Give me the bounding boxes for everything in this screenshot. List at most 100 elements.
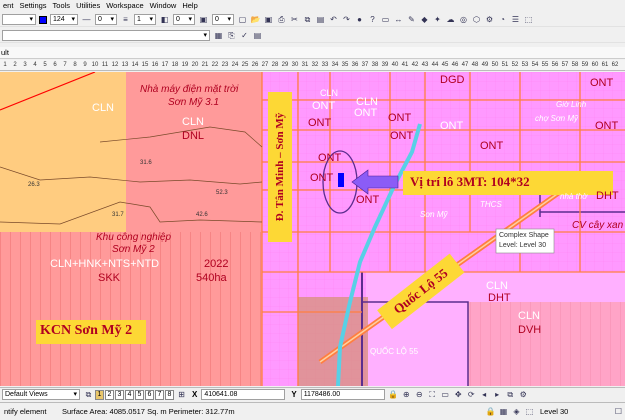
style-combo[interactable]: 0 ▾	[95, 14, 117, 25]
view-toolbar-icon[interactable]: 53	[520, 60, 530, 70]
default-views-combo[interactable]: Default Views ▾	[2, 389, 80, 400]
view-toolbar-icon[interactable]: 49	[480, 60, 490, 70]
view-toolbar-icon[interactable]: 13	[120, 60, 130, 70]
view-toolbar-icon[interactable]: 52	[510, 60, 520, 70]
view-toolbar-icon[interactable]: 41	[400, 60, 410, 70]
pan-icon[interactable]: ✥	[453, 389, 464, 400]
level-manager-icon[interactable]: ▦	[213, 30, 224, 41]
status-icon-1[interactable]: 🔒	[485, 406, 496, 417]
tool-icon-10[interactable]: ⬚	[523, 14, 534, 25]
active-level-combo[interactable]: ▾	[2, 14, 36, 25]
undo-icon[interactable]: ↶	[328, 14, 339, 25]
cut-icon[interactable]: ✂	[289, 14, 300, 25]
view-toolbar-icon[interactable]: 59	[580, 60, 590, 70]
view-toolbar-icon[interactable]: 29	[280, 60, 290, 70]
weight-combo[interactable]: 1 ▾	[134, 14, 156, 25]
view-toolbar-icon[interactable]: 24	[230, 60, 240, 70]
view-toolbar-icon[interactable]: 23	[220, 60, 230, 70]
save-icon[interactable]: ▣	[263, 14, 274, 25]
view-toolbar-icon[interactable]: 5	[40, 60, 50, 70]
view-toolbar-icon[interactable]: 12	[110, 60, 120, 70]
tool-icon-2[interactable]: ◆	[419, 14, 430, 25]
copy-icon[interactable]: ⧉	[302, 14, 313, 25]
view-toolbar-icon[interactable]: 11	[100, 60, 110, 70]
status-icon-3[interactable]: ◈	[511, 406, 522, 417]
x-coordinate-field[interactable]: 410641.08	[201, 389, 286, 400]
view-toolbar-icon[interactable]: 50	[490, 60, 500, 70]
view-toolbar-icon[interactable]: 4	[30, 60, 40, 70]
view-prev-icon[interactable]: ◂	[479, 389, 490, 400]
view-toolbar-icon[interactable]: 61	[600, 60, 610, 70]
redo-icon[interactable]: ↷	[341, 14, 352, 25]
view-toolbar-icon[interactable]: 2	[10, 60, 20, 70]
measure-icon[interactable]: ↔	[393, 14, 404, 25]
copy-view-icon[interactable]: ⧉	[505, 389, 516, 400]
priority-combo[interactable]: 0 ▾	[212, 14, 234, 25]
view-toolbar-icon[interactable]: 18	[170, 60, 180, 70]
view-toolbar-icon[interactable]: 36	[350, 60, 360, 70]
view-toolbar-icon[interactable]: 10	[90, 60, 100, 70]
views-icon[interactable]: ⧉	[83, 389, 94, 400]
view-toolbar-icon[interactable]: 60	[590, 60, 600, 70]
view-toolbar-icon[interactable]: 19	[180, 60, 190, 70]
window-area-icon[interactable]: ▭	[440, 389, 451, 400]
tool-icon-8[interactable]: ◔	[497, 14, 508, 25]
view-toolbar-icon[interactable]: 48	[470, 60, 480, 70]
zoom-out-icon[interactable]: ⊖	[414, 389, 425, 400]
transparency-combo[interactable]: 0 ▾	[173, 14, 195, 25]
view-attributes-icon[interactable]: ⚙	[518, 389, 529, 400]
view-toolbar-icon[interactable]: 26	[250, 60, 260, 70]
tool-icon-5[interactable]: ◎	[458, 14, 469, 25]
zoom-in-icon[interactable]: ⊕	[401, 389, 412, 400]
line-style-icon[interactable]: —	[81, 14, 92, 25]
map-view[interactable]: Nhà máy điện mặt trời Sơn Mỹ 3.1 CLN CLN…	[0, 72, 625, 386]
view-toolbar-icon[interactable]: 37	[360, 60, 370, 70]
view-toolbar-icon[interactable]: 46	[450, 60, 460, 70]
view-toolbar-icon[interactable]: 47	[460, 60, 470, 70]
view-toolbar-icon[interactable]: 38	[370, 60, 380, 70]
help-icon[interactable]: ?	[367, 14, 378, 25]
menu-help[interactable]: Help	[179, 0, 200, 12]
view-toolbar-icon[interactable]: 25	[240, 60, 250, 70]
lock-icon[interactable]: 🔒	[388, 389, 399, 400]
tool-icon-4[interactable]: ☁	[445, 14, 456, 25]
view-5-button[interactable]: 5	[135, 389, 144, 400]
menu-element[interactable]: ent	[0, 0, 16, 12]
view-6-button[interactable]: 6	[145, 389, 154, 400]
view-toolbar-icon[interactable]: 44	[430, 60, 440, 70]
view-toolbar-icon[interactable]: 20	[190, 60, 200, 70]
view-toolbar-icon[interactable]: 32	[310, 60, 320, 70]
references-icon[interactable]: ✓	[239, 30, 250, 41]
view-toolbar-icon[interactable]: 9	[80, 60, 90, 70]
view-8-button[interactable]: 8	[165, 389, 174, 400]
view-toolbar-icon[interactable]: 40	[390, 60, 400, 70]
priority-icon[interactable]: ▣	[198, 14, 209, 25]
rotate-icon[interactable]: ⟳	[466, 389, 477, 400]
menu-settings[interactable]: Settings	[16, 0, 49, 12]
new-file-icon[interactable]: ▢	[237, 14, 248, 25]
view-toolbar-icon[interactable]: 6	[50, 60, 60, 70]
status-icon-2[interactable]: ▦	[498, 406, 509, 417]
tool-icon-7[interactable]: ⚙	[484, 14, 495, 25]
paste-icon[interactable]: ▤	[315, 14, 326, 25]
view-7-button[interactable]: 7	[155, 389, 164, 400]
line-weight-icon[interactable]: ≡	[120, 14, 131, 25]
view-toolbar-icon[interactable]: 21	[200, 60, 210, 70]
view-toolbar-icon[interactable]: 7	[60, 60, 70, 70]
tool-icon-9[interactable]: ☰	[510, 14, 521, 25]
select-icon[interactable]: ▭	[380, 14, 391, 25]
view-toolbar-icon[interactable]: 55	[540, 60, 550, 70]
view-toolbar-icon[interactable]: 43	[420, 60, 430, 70]
view-3-button[interactable]: 3	[115, 389, 124, 400]
view-4-button[interactable]: 4	[125, 389, 134, 400]
view-toolbar-icon[interactable]: 54	[530, 60, 540, 70]
view-toolbar-icon[interactable]: 34	[330, 60, 340, 70]
y-coordinate-field[interactable]: 1178486.00	[300, 389, 385, 400]
view-next-icon[interactable]: ▸	[492, 389, 503, 400]
status-icon-4[interactable]: ⬚	[524, 406, 535, 417]
view-toolbar-icon[interactable]: 3	[20, 60, 30, 70]
menu-window[interactable]: Window	[147, 0, 180, 12]
tool-icon-6[interactable]: ⬡	[471, 14, 482, 25]
view-toolbar-icon[interactable]: 16	[150, 60, 160, 70]
view-toolbar-icon[interactable]: 28	[270, 60, 280, 70]
